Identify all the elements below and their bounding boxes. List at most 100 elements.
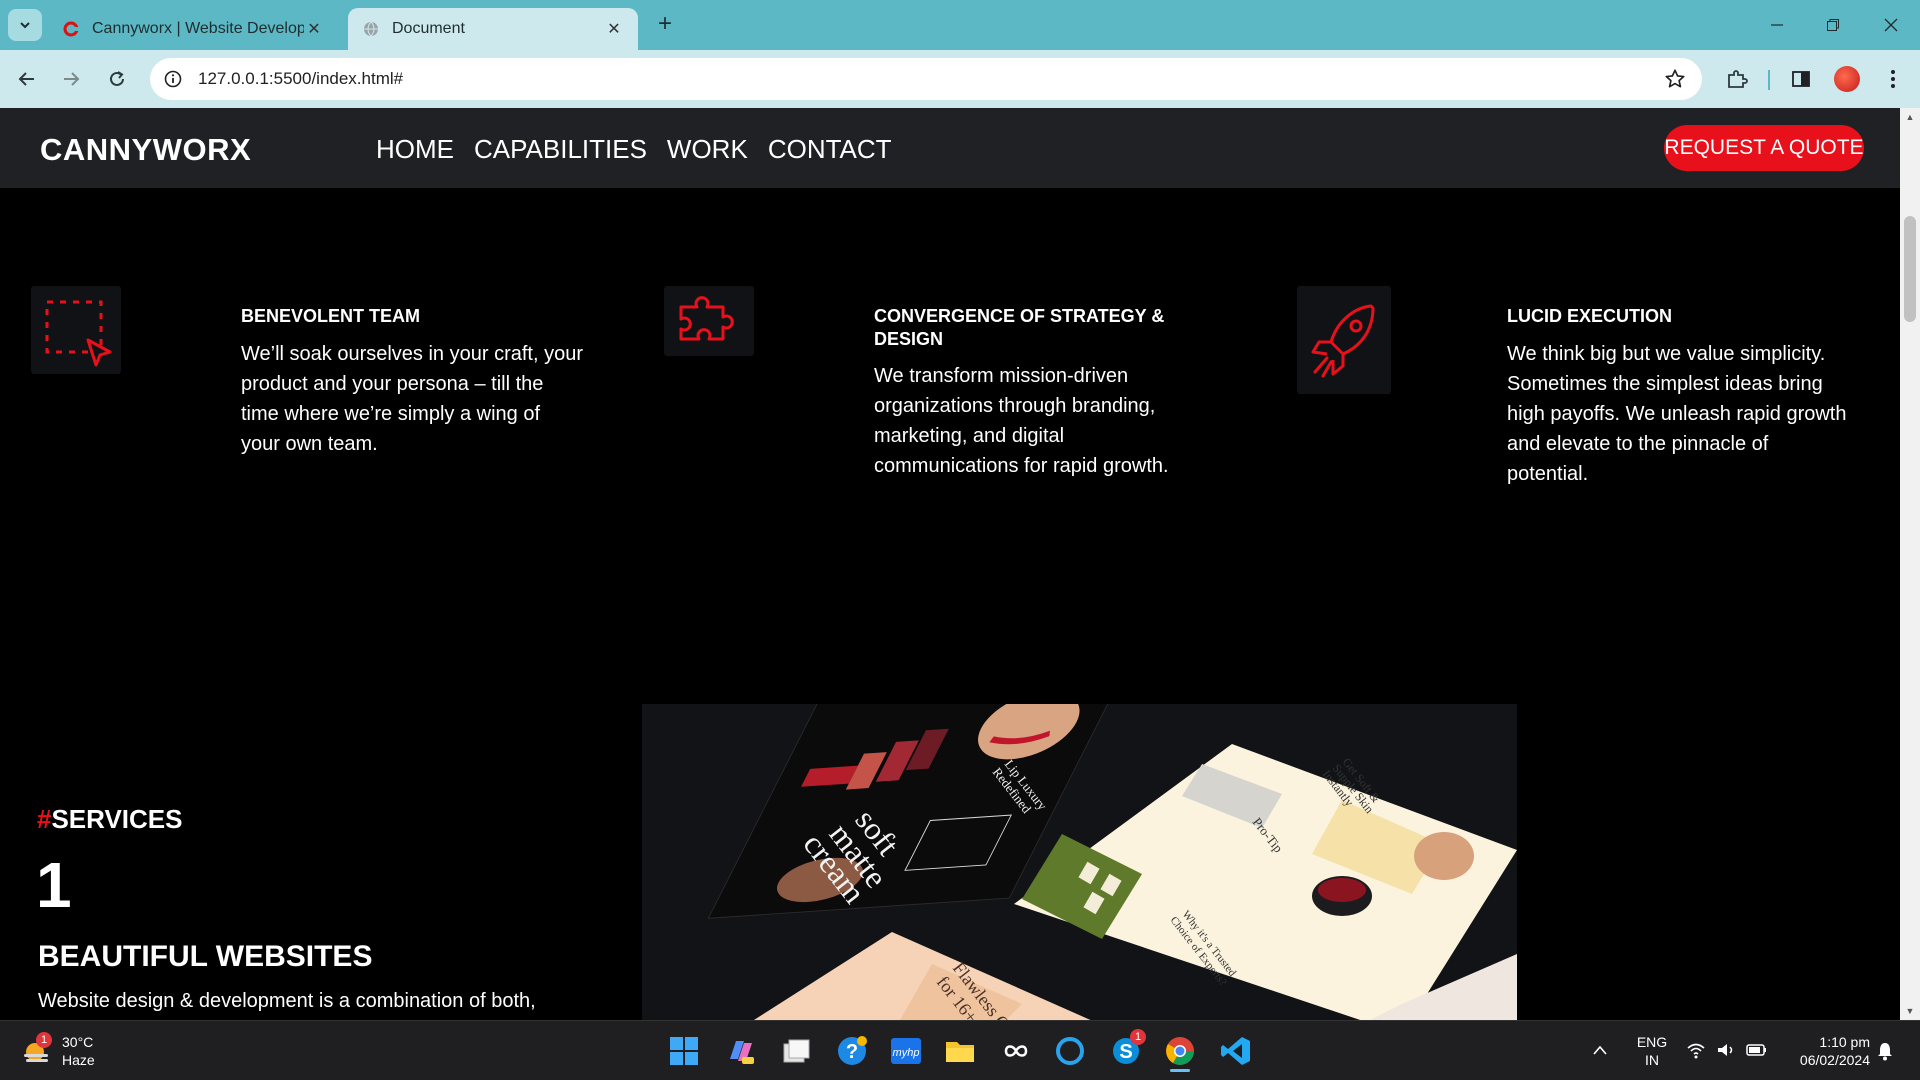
feature-description: We think big but we value simplicity. So…: [1507, 339, 1846, 489]
language-indicator[interactable]: ENG IN: [1630, 1033, 1674, 1069]
browser-menu-button[interactable]: [1878, 64, 1908, 94]
wifi-icon: [1687, 1043, 1705, 1059]
scroll-up-icon[interactable]: ▲: [1905, 112, 1915, 122]
folder-icon: [946, 1042, 974, 1062]
title-line: CONVERGENCE OF STRATEGY &: [874, 306, 1165, 326]
myhp-icon: myhp: [891, 1038, 921, 1064]
cannyworx-favicon-icon: [62, 20, 80, 38]
vscode-icon: [1221, 1037, 1250, 1065]
close-tab-icon[interactable]: ✕: [304, 19, 324, 39]
new-tab-button[interactable]: +: [652, 12, 678, 38]
tab-title: Document: [392, 20, 465, 37]
nav-capabilities[interactable]: CAPABILITIES: [474, 134, 647, 165]
text-line: marketing, and digital: [874, 425, 1065, 447]
address-bar[interactable]: 127.0.0.1:5500/index.html#: [150, 58, 1702, 100]
chrome-icon: [1166, 1037, 1194, 1065]
task-view-icon: [783, 1039, 810, 1063]
windows-logo-icon: [670, 1037, 698, 1065]
cortana-button[interactable]: [1050, 1031, 1090, 1071]
svg-text:myhp: myhp: [893, 1047, 920, 1059]
rocket-icon: [1311, 304, 1375, 378]
task-view-button[interactable]: [776, 1031, 816, 1071]
nav-work[interactable]: WORK: [667, 134, 748, 165]
vscode-button[interactable]: [1216, 1031, 1256, 1071]
side-panel-icon: [1792, 71, 1810, 87]
tab-cannyworx[interactable]: Cannyworx | Website Developm ✕: [48, 8, 338, 50]
url-text: 127.0.0.1:5500/index.html#: [198, 69, 404, 88]
system-tray-icons[interactable]: [1686, 1041, 1768, 1059]
ring-icon: [1056, 1037, 1084, 1065]
text-line: We’ll soak ourselves in your craft, your: [241, 343, 583, 365]
nav-home[interactable]: HOME: [376, 134, 454, 165]
start-button[interactable]: [664, 1031, 704, 1071]
forward-button[interactable]: [56, 64, 86, 94]
weather-widget[interactable]: 1 30°C Haze: [22, 1032, 95, 1069]
close-tab-icon[interactable]: ✕: [604, 19, 624, 39]
tab-search-button[interactable]: [8, 9, 42, 41]
site-logo[interactable]: CANNYWORX: [40, 132, 251, 168]
scroll-down-icon[interactable]: ▼: [1905, 1006, 1915, 1016]
feature-title: BENEVOLENT TEAM: [241, 306, 421, 326]
globe-icon: [362, 20, 380, 38]
more-vert-icon: [1891, 70, 1895, 88]
puzzle-piece-icon: [1728, 70, 1748, 88]
svg-text:?: ?: [846, 1041, 858, 1063]
feature-icon-box: [1297, 286, 1391, 394]
arrow-left-icon: [18, 72, 34, 86]
side-panel-button[interactable]: [1786, 64, 1816, 94]
site-info-icon[interactable]: [162, 68, 184, 90]
feature-title: LUCID EXECUTION: [1507, 306, 1673, 326]
avatar: [1834, 66, 1860, 92]
copilot-button[interactable]: [720, 1031, 760, 1071]
infinity-icon: [1004, 1045, 1028, 1057]
tab-document[interactable]: Document ✕: [348, 8, 638, 50]
copilot-icon: [730, 1041, 754, 1064]
region-text: IN: [1645, 1052, 1659, 1068]
extensions-button[interactable]: [1722, 64, 1752, 94]
nav-contact[interactable]: CONTACT: [768, 134, 892, 165]
text-line: communications for rapid growth.: [874, 455, 1169, 477]
minimize-button[interactable]: [1762, 10, 1792, 40]
reload-button[interactable]: [102, 64, 132, 94]
bookmark-star-icon[interactable]: [1664, 68, 1686, 95]
website-mockup-image: soft matte cream Lip Luxury Redefined Ge…: [642, 704, 1517, 1020]
notification-bell-icon[interactable]: [1876, 1041, 1894, 1066]
restore-icon: [1827, 19, 1839, 31]
back-button[interactable]: [12, 64, 42, 94]
feature-icon-box: [31, 286, 121, 374]
browser-toolbar: 127.0.0.1:5500/index.html#: [0, 50, 1920, 108]
scrollbar-thumb[interactable]: [1904, 216, 1916, 322]
language-text: ENG: [1636, 1034, 1668, 1050]
request-quote-button[interactable]: REQUEST A QUOTE: [1664, 125, 1864, 171]
text-line: potential.: [1507, 463, 1589, 485]
reload-icon: [110, 71, 124, 86]
meta-app-button[interactable]: [996, 1031, 1036, 1071]
help-app-button[interactable]: ?: [832, 1031, 872, 1071]
close-icon: [1884, 18, 1898, 32]
close-window-button[interactable]: [1876, 10, 1906, 40]
volume-icon: [1718, 1044, 1733, 1056]
clock[interactable]: 1:10 pm 06/02/2024: [1782, 1033, 1870, 1069]
restore-button[interactable]: [1818, 10, 1848, 40]
selection-cursor-icon: [45, 300, 112, 367]
skype-button[interactable]: S 1: [1106, 1029, 1146, 1071]
text-line: your own team.: [241, 433, 378, 455]
page-viewport: CANNYWORX HOME CAPABILITIES WORK CONTACT…: [0, 108, 1900, 1020]
help-icon: ?: [838, 1036, 867, 1065]
file-explorer-button[interactable]: [940, 1031, 980, 1071]
text-line: and elevate to the pinnacle of: [1507, 433, 1769, 455]
date-text: 06/02/2024: [1799, 1052, 1870, 1068]
main-nav: HOME CAPABILITIES WORK CONTACT: [376, 134, 892, 165]
myhp-button[interactable]: myhp: [886, 1031, 926, 1071]
chevron-down-icon: [20, 22, 30, 29]
profile-button[interactable]: [1832, 64, 1862, 94]
services-tag: #SERVICES: [37, 804, 182, 835]
screen: Cannyworx | Website Developm ✕ Document …: [0, 0, 1920, 1080]
page-scrollbar[interactable]: ▲ ▼: [1900, 108, 1920, 1020]
chrome-button[interactable]: [1160, 1031, 1200, 1072]
site-header: CANNYWORX HOME CAPABILITIES WORK CONTACT…: [0, 108, 1900, 188]
tray-expand-icon[interactable]: [1592, 1043, 1608, 1061]
service-number: 1: [36, 849, 72, 921]
skype-badge: 1: [1130, 1029, 1146, 1045]
title-line: DESIGN: [874, 329, 944, 349]
